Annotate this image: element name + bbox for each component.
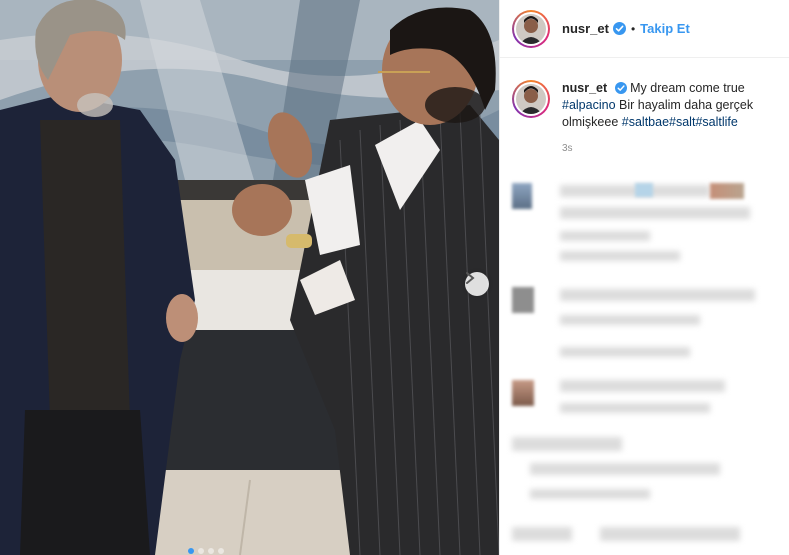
chevron-right-icon (466, 272, 475, 284)
post-side-panel: nusr_et • Takip Et nusr_et My dream come… (499, 0, 789, 555)
comment-line (560, 289, 755, 301)
avatar-image (516, 13, 546, 44)
blurred-comments (500, 175, 789, 555)
comment-line (560, 380, 725, 392)
avatar[interactable] (512, 9, 550, 48)
post-photo[interactable] (0, 0, 499, 555)
hashtag-alpacino[interactable]: #alpacino (562, 98, 616, 112)
caption-avatar[interactable] (512, 80, 550, 118)
post-header: nusr_et • Takip Et (500, 0, 789, 58)
caption-text: nusr_et My dream come true #alpacino Bir… (562, 80, 777, 131)
comment-line (530, 489, 650, 499)
caption-body: My dream come true (630, 81, 745, 95)
comment-line (530, 463, 720, 475)
instagram-post: nusr_et • Takip Et nusr_et My dream come… (0, 0, 789, 555)
post-caption: nusr_et My dream come true #alpacino Bir… (500, 58, 789, 131)
comment-line (560, 315, 700, 325)
header-username[interactable]: nusr_et (562, 21, 609, 36)
carousel-dot[interactable] (188, 548, 194, 554)
comment-emoji (710, 183, 744, 199)
comment-line (560, 403, 710, 413)
follow-button[interactable]: Takip Et (640, 21, 690, 36)
carousel-dot[interactable] (208, 548, 214, 554)
verified-badge-icon (612, 22, 626, 35)
hashtag-saltlife[interactable]: #saltlife (695, 115, 737, 129)
photo-illustration (0, 0, 499, 555)
comment-line (512, 527, 572, 541)
comment-avatar (512, 183, 532, 209)
hashtag-salt[interactable]: #salt (669, 115, 695, 129)
comment-avatar (512, 380, 534, 406)
comment-line (560, 347, 690, 357)
comment-line (600, 527, 740, 541)
caption-username[interactable]: nusr_et (562, 81, 607, 95)
avatar-image (516, 84, 546, 114)
hashtag-saltbae[interactable]: #saltbae (622, 115, 669, 129)
carousel-dot[interactable] (218, 548, 224, 554)
post-timestamp: 3s (562, 143, 573, 154)
comment-line (560, 251, 680, 261)
separator-bullet: • (630, 21, 636, 36)
comment-line (560, 207, 750, 219)
comment-avatar (512, 287, 534, 313)
carousel-next-button[interactable] (465, 272, 489, 296)
comment-emoji (635, 183, 653, 197)
verified-badge-icon (614, 82, 627, 94)
comment-line (512, 437, 622, 451)
comment-line (560, 231, 650, 241)
carousel-dot[interactable] (198, 548, 204, 554)
carousel-dots (188, 548, 224, 554)
